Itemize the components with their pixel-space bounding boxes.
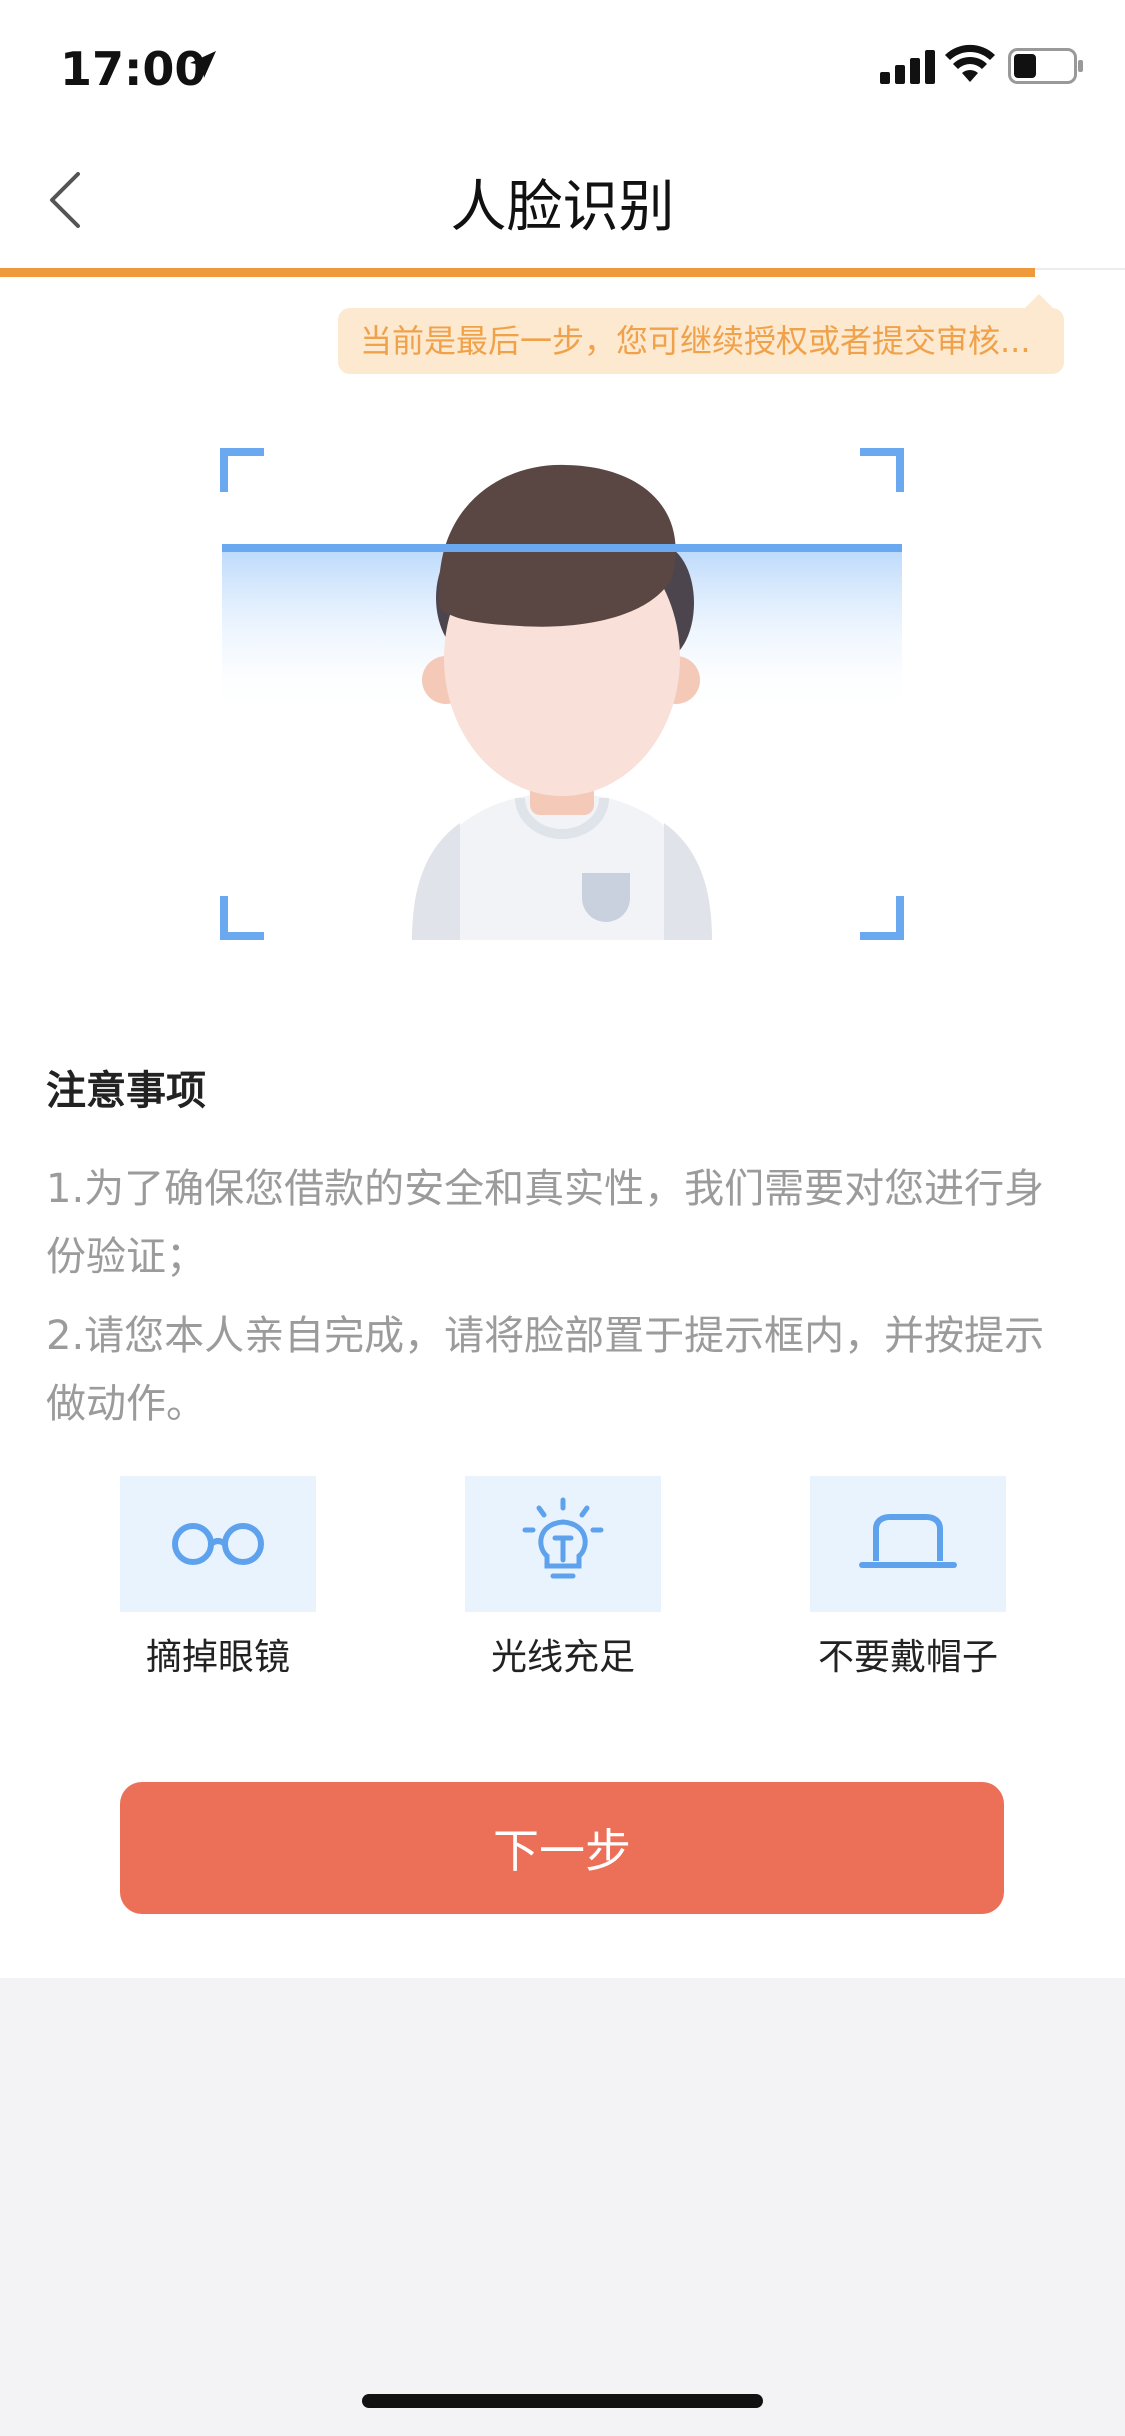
shirt-pocket [582,873,630,922]
tip-banner-arrow [1025,294,1053,308]
signal-icon [880,50,935,84]
glasses-icon [172,1523,264,1565]
status-time: 17:00 [60,42,207,96]
notes-title: 注意事项 [46,1068,206,1114]
progress-fill [0,268,1035,277]
next-step-button[interactable]: 下一步 [120,1782,1004,1914]
tip-icon-box [810,1476,1006,1612]
face-scan-illustration [220,448,904,940]
home-indicator [362,2394,763,2408]
tip-icon-box [465,1476,661,1612]
tip-label: 光线充足 [490,1637,635,1678]
note-item-1: 1.为了确保您借款的安全和真实性，我们需要对您进行身份验证； [46,1166,1045,1280]
wifi-icon [945,44,995,82]
note-item-2: 2.请您本人亲自完成，请将脸部置于提示框内，并按提示做动作。 [46,1313,1045,1427]
tip-remove-glasses: 摘掉眼镜 [120,1476,316,1680]
tip-label: 摘掉眼镜 [145,1637,290,1678]
tip-icon-box [120,1476,316,1612]
hat-icon [859,1514,957,1568]
tip-banner: 当前是最后一步，您可继续授权或者提交审核... [338,308,1064,374]
tip-label: 不要戴帽子 [817,1637,998,1678]
page-title: 人脸识别 [450,175,675,240]
location-arrow-icon [190,51,216,78]
tip-no-hat: 不要戴帽子 [810,1476,1006,1680]
scan-line [222,544,902,552]
page-container: 17:00 人脸识别 当前是最后一步，您可继续授权或者提交审核... 注意事项 … [0,0,1125,1978]
light-bulb-icon [522,1497,604,1579]
battery-icon [1008,48,1083,84]
tip-good-lighting: 光线充足 [465,1476,661,1680]
